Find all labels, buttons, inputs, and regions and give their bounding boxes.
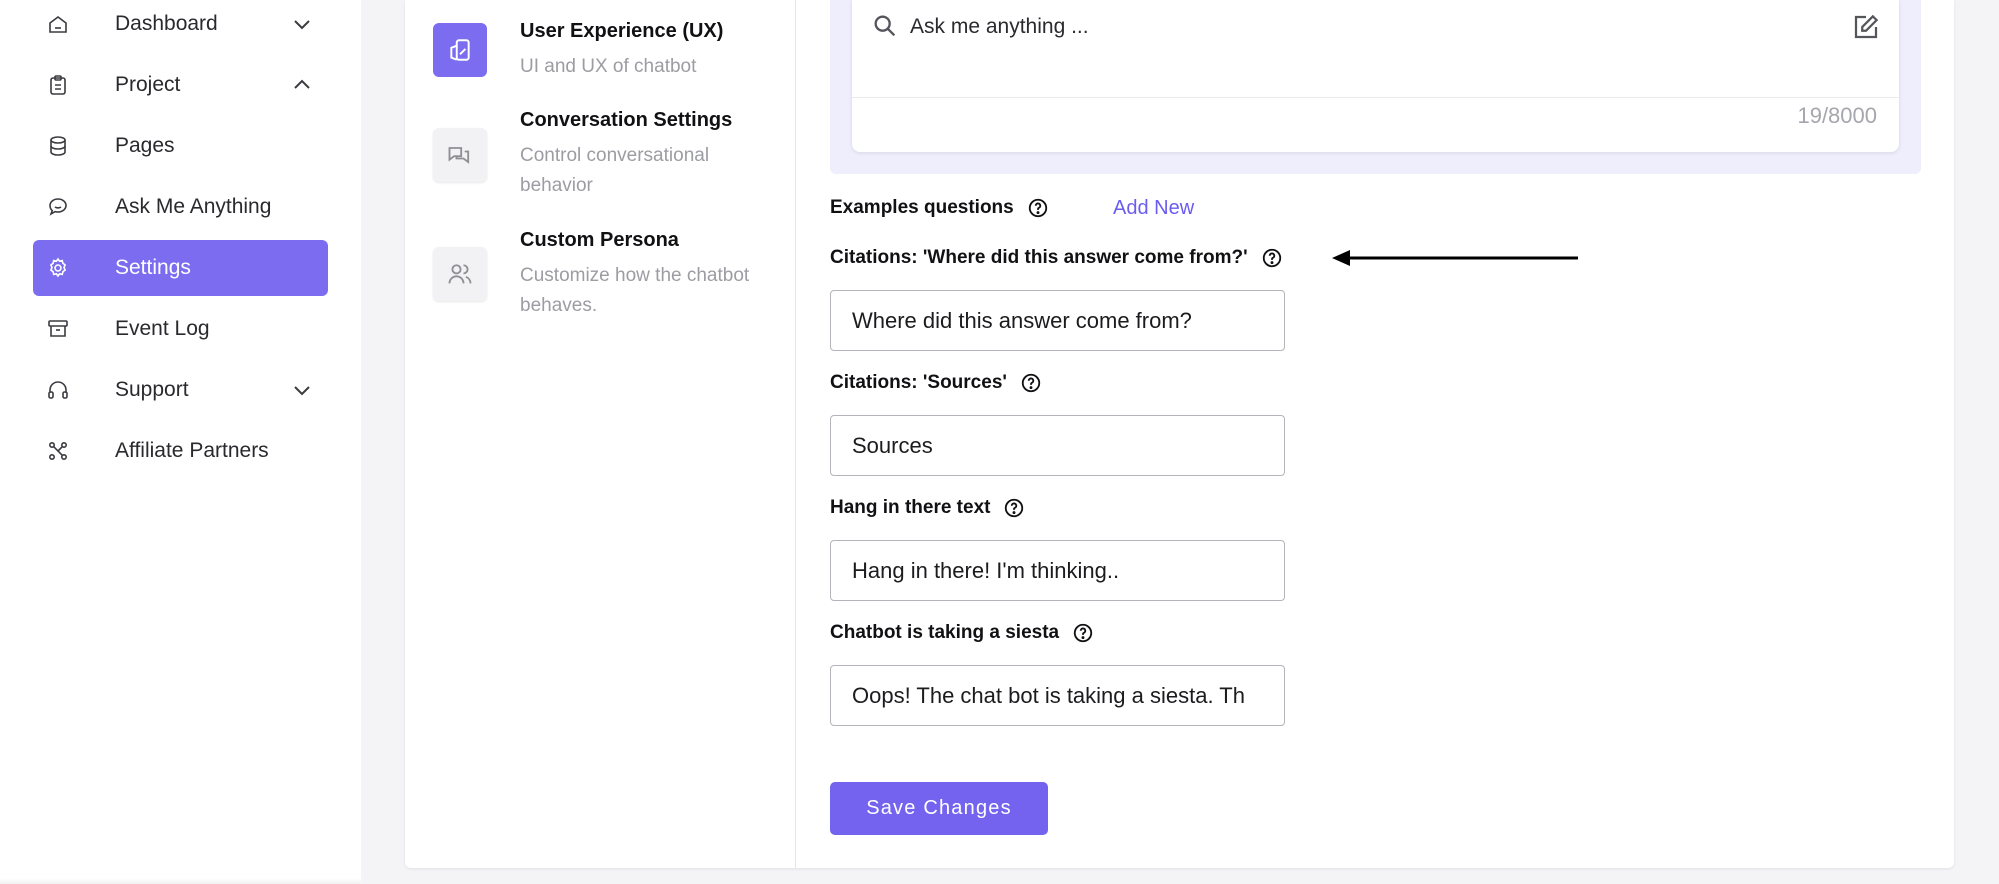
field-label-text: Examples questions (830, 197, 1014, 218)
sidebar-item-label: Affiliate Partners (115, 439, 269, 462)
database-icon (50, 136, 66, 156)
clipboard-icon (50, 75, 66, 95)
settings-menu-title: Conversation Settings (520, 109, 733, 131)
settings-menu-title: Custom Persona (520, 229, 679, 251)
help-icon[interactable] (1027, 197, 1049, 219)
home-icon (49, 16, 67, 33)
examples-questions-label: Examples questions (830, 197, 1049, 219)
help-icon[interactable] (1261, 247, 1283, 269)
card-divider (795, 0, 796, 868)
help-icon[interactable] (1003, 497, 1025, 519)
hang-in-there-input[interactable]: Hang in there! I'm thinking.. (830, 540, 1285, 601)
sidebar-item-settings[interactable]: Settings (33, 240, 328, 296)
ux-icon (433, 23, 487, 77)
sidebar-item-project[interactable]: Project (33, 57, 328, 113)
citations-question-input[interactable]: Where did this answer come from? (830, 290, 1285, 351)
field-label-text: Citations: 'Where did this answer come f… (830, 247, 1248, 268)
character-counter: 19/8000 (1797, 103, 1877, 128)
headset-icon (48, 381, 68, 399)
edit-icon[interactable] (1851, 12, 1881, 42)
settings-menu-description: Customize how the chatbot behaves. (520, 265, 750, 316)
settings-menu-description: UI and UX of chatbot (520, 56, 697, 77)
gear-icon (49, 257, 67, 278)
sidebar-item-label: Support (115, 378, 189, 401)
citations-question-label: Citations: 'Where did this answer come f… (830, 247, 1283, 269)
help-icon[interactable] (1072, 622, 1094, 644)
chevron-down-icon[interactable] (290, 12, 314, 36)
chat-preview-input[interactable]: Ask me anything ... (910, 15, 1089, 39)
chat-bubble-icon (49, 198, 67, 216)
sidebar-item-support[interactable]: Support (33, 362, 328, 418)
sidebar-item-label: Project (115, 73, 181, 96)
add-new-link[interactable]: Add New (1113, 197, 1194, 220)
siesta-label: Chatbot is taking a siesta (830, 622, 1094, 644)
hang-in-there-label: Hang in there text (830, 497, 1025, 519)
sidebar-item-pages[interactable]: Pages (33, 118, 328, 174)
save-changes-button[interactable]: Save Changes (830, 782, 1048, 835)
field-label-text: Chatbot is taking a siesta (830, 622, 1060, 643)
conversation-icon (433, 128, 487, 182)
search-icon (874, 15, 896, 37)
citations-sources-label: Citations: 'Sources' (830, 372, 1042, 394)
sidebar-item-event-log[interactable]: Event Log (33, 301, 328, 357)
sidebar-item-label: Event Log (115, 317, 210, 340)
field-label-text: Hang in there text (830, 497, 991, 518)
sidebar-item-label: Ask Me Anything (115, 195, 272, 218)
sidebar-item-ask-me-anything[interactable]: Ask Me Anything (33, 179, 328, 235)
arrow-annotation (1332, 250, 1578, 266)
preview-divider (852, 97, 1899, 98)
users-icon (433, 247, 487, 301)
chat-preview-box: Ask me anything ... 19/8000 (852, 0, 1899, 152)
citations-sources-input[interactable]: Sources (830, 415, 1285, 476)
sidebar-item-dashboard[interactable]: Dashboard (33, 0, 328, 52)
help-icon[interactable] (1020, 372, 1042, 394)
sidebar-item-label: Dashboard (115, 12, 218, 35)
sidebar-item-affiliate-partners[interactable]: Affiliate Partners (33, 423, 328, 479)
settings-menu-title: User Experience (UX) (520, 20, 724, 42)
network-icon (48, 441, 68, 461)
archive-icon (48, 320, 68, 337)
settings-menu-description: Control conversational behavior (520, 145, 710, 196)
chevron-up-icon[interactable] (290, 73, 314, 97)
sidebar-bottom-shadow (0, 878, 361, 884)
siesta-input[interactable]: Oops! The chat bot is taking a siesta. T… (830, 665, 1285, 726)
sidebar: Dashboard Project Pages Ask Me Anything … (0, 0, 361, 884)
chevron-down-icon[interactable] (290, 378, 314, 402)
sidebar-item-label: Pages (115, 134, 175, 157)
field-label-text: Citations: 'Sources' (830, 372, 1007, 393)
sidebar-item-label: Settings (115, 256, 191, 279)
